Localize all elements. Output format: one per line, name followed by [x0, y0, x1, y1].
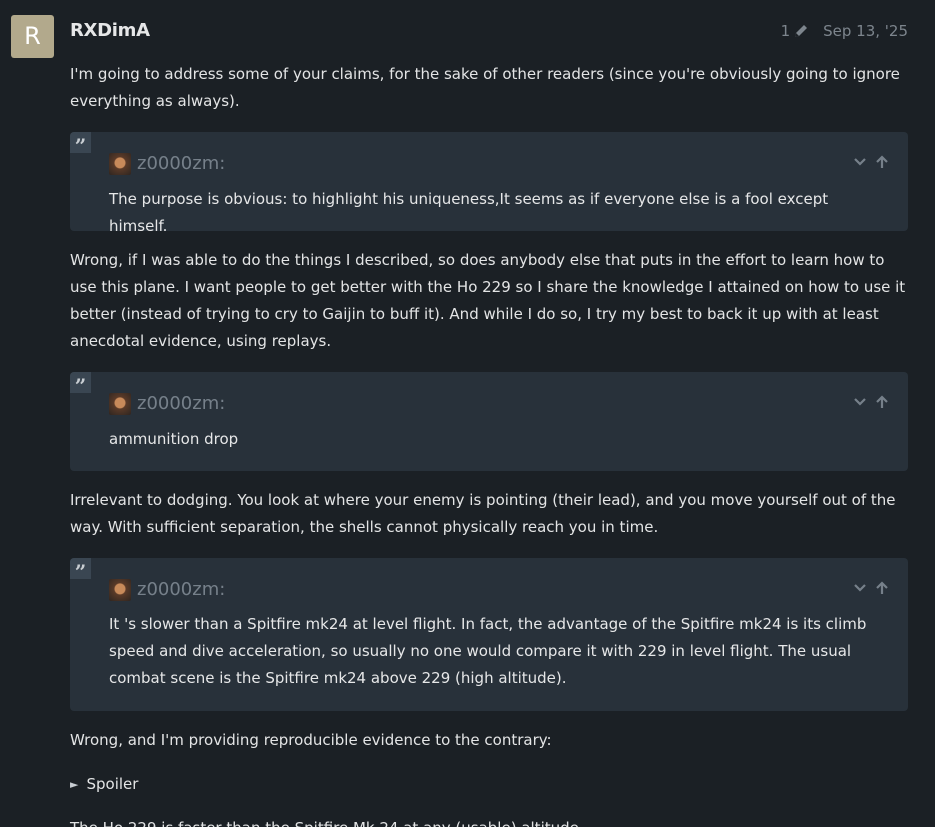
username[interactable]: RXDimA — [70, 20, 150, 41]
chevron-down-icon[interactable] — [852, 392, 868, 408]
post-meta: 1 Sep 13, '25 — [781, 22, 908, 40]
arrow-up-icon[interactable] — [874, 578, 890, 594]
avatar[interactable]: R — [11, 15, 54, 58]
quote-controls — [846, 392, 890, 408]
chevron-down-icon[interactable] — [852, 152, 868, 168]
quote-icon: ” — [70, 132, 91, 158]
paragraph: Wrong, and I'm providing reproducible ev… — [70, 731, 552, 749]
paragraph: The Ho 229 is faster than the Spitfire M… — [70, 815, 908, 827]
quote-controls — [846, 578, 890, 594]
quote-header: z0000zm: — [109, 390, 225, 417]
spoiler-toggle[interactable]: ► Spoiler — [70, 771, 908, 798]
paragraph: Irrelevant to dodging. You look at where… — [70, 491, 896, 536]
edit-count: 1 — [780, 22, 791, 40]
quote-username[interactable]: z0000zm: — [137, 150, 225, 177]
paragraph: Wrong, if I was able to do the things I … — [70, 251, 906, 350]
quote-text: It 's slower than a Spitfire mk24 at lev… — [109, 615, 867, 687]
quote-avatar[interactable] — [109, 392, 131, 415]
quote-controls — [846, 152, 890, 168]
post-body: I'm going to address some of your claims… — [70, 60, 908, 827]
forum-post: R RXDimA 1 Sep 13, '25 I'm going to addr… — [0, 0, 935, 827]
arrow-up-icon[interactable] — [874, 392, 890, 408]
quote-icon: ” — [70, 372, 91, 398]
quote-block: ” z0000zm: ammunition drop — [70, 372, 908, 471]
quote-block: ” z0000zm: It 's slower than a Spitfire … — [70, 558, 908, 711]
quote-avatar[interactable] — [109, 152, 131, 175]
quote-username[interactable]: z0000zm: — [137, 390, 225, 417]
quote-avatar[interactable] — [109, 578, 131, 601]
quote-header: z0000zm: — [109, 576, 225, 603]
arrow-up-icon[interactable] — [874, 152, 890, 168]
chevron-down-icon[interactable] — [852, 578, 868, 594]
pencil-icon — [795, 25, 808, 37]
quote-header: z0000zm: — [109, 150, 225, 177]
quote-text: The purpose is obvious: to highlight his… — [109, 190, 829, 235]
spoiler-label: Spoiler — [86, 775, 139, 793]
spoiler-arrow-icon: ► — [70, 778, 79, 791]
quote-icon: ” — [70, 558, 91, 584]
edit-history-button[interactable]: 1 — [781, 22, 810, 40]
paragraph: I'm going to address some of your claims… — [70, 65, 900, 110]
post-date[interactable]: Sep 13, '25 — [823, 22, 908, 40]
quote-block: ” z0000zm: The purpose is obvious: to hi… — [70, 132, 908, 235]
quote-text: ammunition drop — [109, 430, 239, 448]
quote-username[interactable]: z0000zm: — [137, 576, 225, 603]
